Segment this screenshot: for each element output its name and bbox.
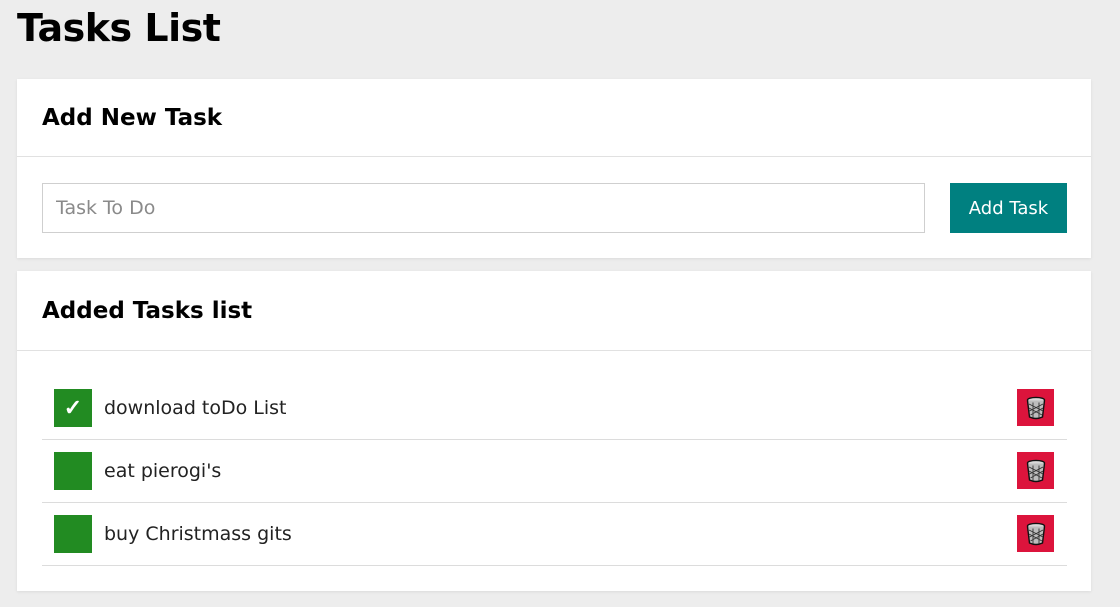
tasks-list-heading: Added Tasks list	[42, 297, 253, 324]
add-task-button[interactable]: Add Task	[950, 183, 1067, 233]
trash-can-icon	[1025, 522, 1047, 546]
page-title: Tasks List	[17, 6, 221, 50]
tasks-list-header: Added Tasks list	[17, 271, 1091, 351]
add-task-header: Add New Task	[17, 79, 1091, 157]
task-label: buy Christmass gits	[104, 523, 292, 545]
task-list: ✓ download toDo List eat pierogi's buy C…	[42, 377, 1067, 566]
delete-task-button[interactable]	[1017, 515, 1054, 552]
task-input[interactable]	[42, 183, 925, 233]
task-label: eat pierogi's	[104, 460, 222, 482]
task-toggle-button[interactable]	[54, 452, 92, 490]
tasks-list-card: Added Tasks list ✓ download toDo List ea…	[17, 271, 1091, 591]
checkmark-icon: ✓	[63, 395, 83, 420]
task-row: buy Christmass gits	[42, 503, 1067, 566]
task-row: eat pierogi's	[42, 440, 1067, 503]
task-row: ✓ download toDo List	[42, 377, 1067, 440]
trash-can-icon	[1025, 459, 1047, 483]
delete-task-button[interactable]	[1017, 452, 1054, 489]
add-task-card: Add New Task Add Task	[17, 79, 1091, 258]
add-task-heading: Add New Task	[42, 104, 223, 131]
trash-can-icon	[1025, 396, 1047, 420]
task-label: download toDo List	[104, 397, 287, 419]
task-toggle-button[interactable]: ✓	[54, 389, 92, 427]
task-toggle-button[interactable]	[54, 515, 92, 553]
delete-task-button[interactable]	[1017, 389, 1054, 426]
